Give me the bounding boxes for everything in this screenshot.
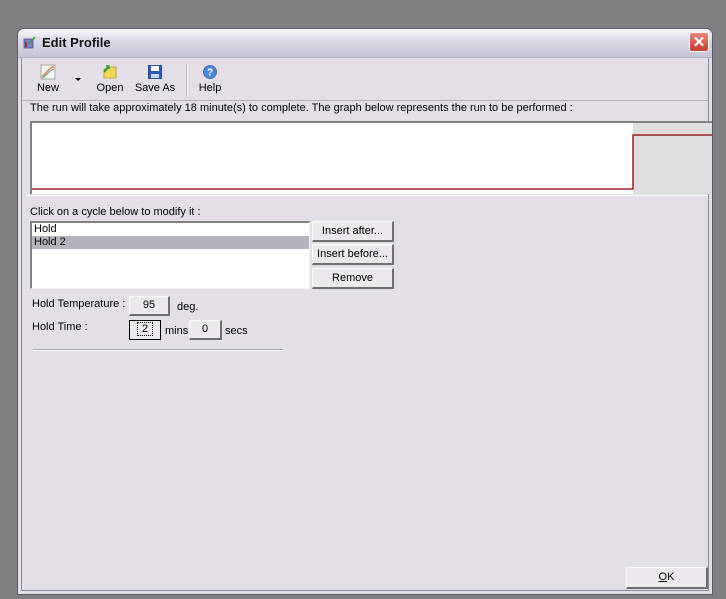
hold-minutes-input[interactable]: 2 (129, 320, 161, 340)
open-button[interactable]: Open (92, 62, 128, 98)
hold-temperature-label: Hold Temperature : (32, 298, 126, 310)
open-label: Open (96, 82, 124, 94)
run-profile-graph[interactable] (30, 121, 712, 194)
cycle-list[interactable]: Hold Hold 2 (30, 221, 310, 289)
dialog-content: New Open Save As ? Help The run will tak… (21, 58, 712, 591)
help-button[interactable]: ? Help (192, 62, 228, 98)
hold-temperature-input[interactable]: 95 (129, 296, 170, 316)
toolbar-separator (186, 64, 188, 96)
ok-button[interactable]: OK (626, 567, 708, 589)
folder-open-icon (103, 65, 117, 79)
dropdown-arrow-icon (75, 78, 81, 81)
hold-time-label: Hold Time : (32, 321, 88, 333)
help-icon: ? (203, 65, 217, 79)
title-bar[interactable]: Edit Profile ✕ (18, 29, 712, 58)
new-label: New (36, 82, 59, 94)
svg-text:?: ? (207, 68, 213, 79)
remove-button[interactable]: Remove (312, 268, 394, 289)
app-icon (23, 36, 36, 49)
help-label: Help (198, 82, 222, 94)
cycle-list-item[interactable]: Hold (32, 223, 309, 236)
run-profile-graph-svg (32, 123, 712, 194)
save-as-button[interactable]: Save As (132, 62, 178, 98)
ok-mnemonic: O (658, 571, 668, 583)
close-icon: ✕ (692, 34, 706, 51)
cycle-list-label: Click on a cycle below to modify it : (30, 206, 201, 218)
toolbar-divider (22, 100, 708, 101)
hold-seconds-input[interactable]: 0 (189, 320, 222, 340)
ok-label-rest: K (667, 571, 675, 583)
hold-minutes-value: 2 (136, 322, 154, 336)
toolbar: New Open Save As ? Help (26, 62, 246, 98)
new-dropdown-button[interactable] (72, 72, 84, 84)
minutes-unit-label: mins (165, 325, 189, 337)
selected-segment-highlight (633, 123, 712, 194)
settings-divider (33, 349, 283, 351)
graph-separator (26, 195, 708, 196)
save-as-label: Save As (134, 82, 176, 94)
new-button[interactable]: New (30, 62, 66, 98)
temperature-profile-line (32, 134, 712, 190)
window-title: Edit Profile (42, 35, 111, 50)
cycle-list-item-selected[interactable]: Hold 2 (32, 236, 309, 249)
insert-after-button[interactable]: Insert after... (312, 221, 394, 242)
close-button[interactable]: ✕ (689, 32, 709, 52)
insert-before-button[interactable]: Insert before... (312, 244, 394, 265)
edit-profile-window: Edit Profile ✕ New Open Save As ? Help T… (17, 28, 713, 595)
floppy-disk-icon (148, 65, 162, 79)
run-duration-message: The run will take approximately 18 minut… (30, 102, 573, 114)
profile-graph-icon (40, 64, 56, 80)
seconds-unit-label: secs (225, 325, 248, 337)
temperature-unit-label: deg. (177, 301, 199, 313)
